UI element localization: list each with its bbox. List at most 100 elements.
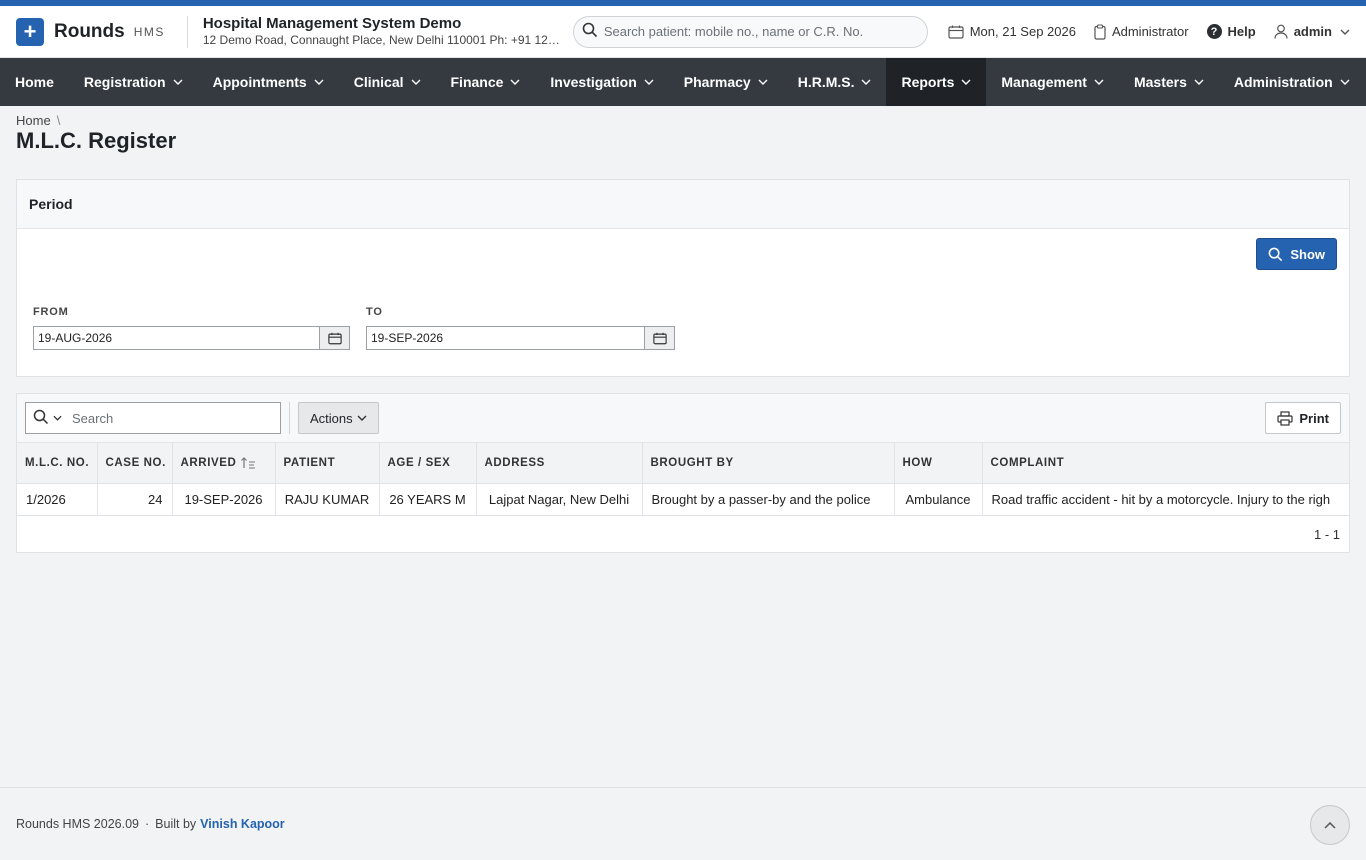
nav-item-label: Appointments: [212, 74, 307, 90]
user-icon: [1274, 24, 1288, 39]
show-button[interactable]: Show: [1256, 238, 1337, 270]
nav-item-label: Clinical: [353, 74, 404, 90]
nav-item-management[interactable]: Management: [986, 58, 1119, 106]
nav-item-clinical[interactable]: Clinical: [339, 58, 436, 106]
actions-label: Actions: [310, 410, 353, 426]
report-search-input[interactable]: [72, 410, 272, 426]
chevron-down-icon: [510, 79, 520, 85]
footer-author-link[interactable]: Vinish Kapoor: [200, 817, 285, 831]
report-table: M.L.C. NO. CASE NO. ARRIVED PATIENT AGE …: [17, 442, 1349, 516]
calendar-icon: [652, 332, 667, 344]
chevron-down-icon: [644, 79, 654, 85]
column-header-how[interactable]: HOW: [894, 442, 983, 484]
period-body: Show FROM TO: [17, 229, 1349, 377]
to-label: TO: [366, 306, 383, 318]
chevron-down-icon[interactable]: [53, 415, 62, 421]
nav-item-pharmacy[interactable]: Pharmacy: [669, 58, 783, 106]
current-date: Mon, 21 Sep 2026: [969, 24, 1076, 39]
page-title: M.L.C. Register: [16, 128, 177, 153]
column-header-patient[interactable]: PATIENT: [275, 442, 380, 484]
to-calendar-button[interactable]: [644, 326, 675, 350]
table-row[interactable]: 1/2026 24 19-SEP-2026 RAJU KUMAR 26 YEAR…: [17, 483, 1349, 516]
report-table-wrapper: M.L.C. NO. CASE NO. ARRIVED PATIENT AGE …: [17, 442, 1349, 516]
to-date-field: TO: [366, 306, 675, 350]
patient-search-input[interactable]: [603, 24, 924, 39]
calendar-icon: [327, 332, 342, 344]
actions-menu-button[interactable]: Actions: [298, 402, 379, 434]
nav-item-appointments[interactable]: Appointments: [198, 58, 339, 106]
header-divider: [186, 15, 188, 48]
cell-brought-by: Brought by a passer-by and the police: [642, 483, 895, 516]
help-icon: ?: [1206, 24, 1222, 39]
nav-item-finance[interactable]: Finance: [436, 58, 536, 106]
nav-item-masters[interactable]: Masters: [1119, 58, 1219, 106]
search-icon[interactable]: [33, 409, 49, 428]
table-header-row: M.L.C. NO. CASE NO. ARRIVED PATIENT AGE …: [17, 442, 1349, 484]
role-label: Administrator: [1111, 24, 1189, 39]
breadcrumb-separator: \: [56, 113, 61, 128]
nav-item-label: Registration: [83, 74, 166, 90]
search-icon: [582, 22, 598, 41]
period-heading: Period: [17, 180, 1349, 229]
hospital-name: Hospital Management System Demo: [202, 14, 462, 32]
print-label: Print: [1299, 410, 1329, 426]
clipboard-icon: [1094, 23, 1106, 40]
column-header-age-sex[interactable]: AGE / SEX: [379, 442, 477, 484]
cell-arrived: 19-SEP-2026: [172, 483, 276, 516]
report-search-box[interactable]: [25, 402, 281, 434]
column-header-address[interactable]: ADDRESS: [476, 442, 643, 484]
print-button[interactable]: Print: [1265, 402, 1341, 434]
sort-ascending-icon: [240, 457, 256, 469]
nav-item-h-r-m-s[interactable]: H.R.M.S.: [783, 58, 887, 106]
role-display[interactable]: Administrator: [1094, 23, 1189, 40]
footer-built-by: Built by: [155, 817, 197, 831]
nav-item-label: Finance: [450, 74, 504, 90]
chevron-down-icon: [1194, 79, 1204, 85]
period-panel: Period Show FROM TO: [16, 179, 1350, 377]
search-icon: [1268, 247, 1283, 262]
nav-item-label: Administration: [1233, 74, 1333, 90]
main-nav: Home Registration Appointments Clinical Fina…: [0, 58, 1366, 106]
footer: Rounds HMS 2026.09 · Built by Vinish Kap…: [0, 787, 1366, 860]
nav-item-administration[interactable]: Administration: [1219, 58, 1365, 106]
nav-item-label: Pharmacy: [683, 74, 751, 90]
footer-version: Rounds HMS 2026.09: [16, 817, 139, 831]
cell-case-no: 24: [97, 483, 173, 516]
logo[interactable]: + Rounds HMS: [16, 17, 165, 46]
pagination-info: 1 - 1: [1313, 526, 1340, 542]
from-calendar-button[interactable]: [319, 326, 350, 350]
printer-icon: [1277, 410, 1293, 426]
user-name: admin: [1293, 24, 1332, 39]
help-link[interactable]: ? Help: [1206, 24, 1256, 39]
cell-address: Lajpat Nagar, New Delhi: [476, 483, 643, 516]
chevron-down-icon: [861, 79, 871, 85]
calendar-icon: [948, 25, 964, 39]
chevron-down-icon: [961, 79, 971, 85]
nav-item-investigation[interactable]: Investigation: [535, 58, 668, 106]
to-date-input[interactable]: [366, 326, 644, 350]
column-header-brought-by[interactable]: BROUGHT BY: [642, 442, 895, 484]
patient-search-box[interactable]: [572, 15, 928, 48]
toolbar-divider: [289, 402, 290, 434]
breadcrumb-home-link[interactable]: Home: [16, 113, 51, 128]
column-header-complaint[interactable]: COMPLAINT: [982, 442, 1349, 484]
nav-item-registration[interactable]: Registration: [69, 58, 198, 106]
plus-logo-icon: +: [16, 17, 44, 46]
from-date-input[interactable]: [33, 326, 319, 350]
user-menu[interactable]: admin: [1274, 24, 1350, 39]
chevron-down-icon: [758, 79, 768, 85]
column-header-case-no[interactable]: CASE NO.: [97, 442, 173, 484]
column-header-mlc-no[interactable]: M.L.C. NO.: [17, 442, 98, 484]
arrived-header-label: ARRIVED: [180, 457, 237, 470]
chevron-down-icon: [1340, 79, 1350, 85]
app-header: + Rounds HMS Hospital Management System …: [0, 6, 1366, 58]
nav-item-home[interactable]: Home: [0, 58, 69, 106]
cell-patient: RAJU KUMAR: [275, 483, 380, 516]
cell-complaint: Road traffic accident - hit by a motorcy…: [982, 483, 1349, 516]
nav-item-label: H.R.M.S.: [797, 74, 855, 90]
scroll-to-top-button[interactable]: [1310, 805, 1350, 845]
nav-item-reports[interactable]: Reports: [886, 58, 987, 106]
nav-item-label: Home: [15, 74, 54, 90]
show-button-label: Show: [1290, 246, 1325, 262]
column-header-arrived[interactable]: ARRIVED: [172, 442, 276, 484]
